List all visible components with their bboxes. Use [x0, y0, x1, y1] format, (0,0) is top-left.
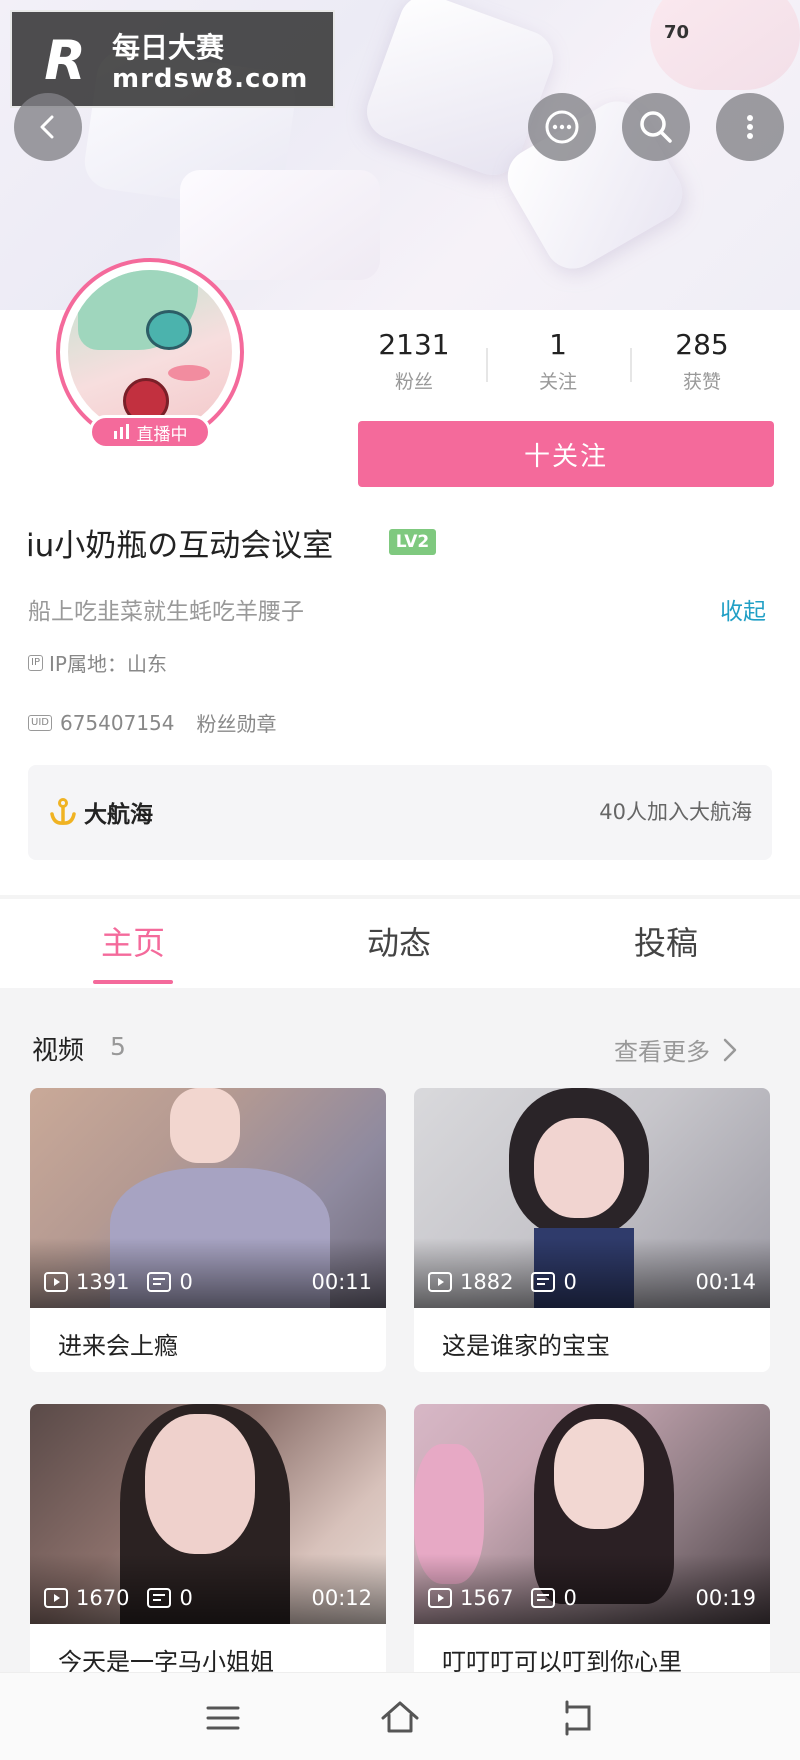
system-navbar: [0, 1672, 800, 1760]
video-plays: 1670: [76, 1586, 130, 1610]
tab-indicator: [93, 980, 173, 984]
watermark-title: 每日大赛: [112, 31, 225, 64]
return-icon[interactable]: [553, 1693, 603, 1743]
collapse-link[interactable]: 收起: [720, 592, 766, 626]
video-title: 进来会上瘾: [58, 1332, 178, 1360]
stat-following[interactable]: 1 关注: [493, 328, 623, 394]
stat-fans[interactable]: 2131 粉丝: [349, 328, 479, 394]
uid-row: UID 675407154 粉丝勋章: [28, 708, 277, 737]
guard-label: 大航海: [84, 802, 153, 828]
stat-divider: [486, 348, 488, 382]
watermark: R 每日大赛 mrdsw8.com: [10, 10, 335, 108]
video-meta: 1670 0 00:12: [44, 1586, 372, 1610]
comment-icon: [531, 1272, 556, 1292]
ip-location-text: IP属地：山东: [48, 652, 167, 676]
live-bars-icon: [113, 424, 129, 439]
tab-uploads[interactable]: 投稿: [581, 918, 751, 964]
stat-fans-value: 2131: [378, 328, 450, 361]
live-badge[interactable]: 直播中: [89, 415, 211, 449]
back-button[interactable]: [14, 93, 82, 161]
anchor-icon: [50, 798, 76, 825]
watermark-logo: R: [44, 29, 86, 92]
video-meta: 1882 0 00:14: [428, 1270, 756, 1294]
level-badge: LV2: [389, 529, 436, 555]
play-icon: [428, 1588, 452, 1608]
uid-tag-icon: UID: [28, 714, 52, 731]
search-button[interactable]: [622, 93, 690, 161]
back-icon: [40, 115, 54, 139]
stat-following-value: 1: [549, 328, 567, 361]
video-card[interactable]: 1567 0 00:19 叮叮叮可以叮到你心里: [414, 1404, 770, 1688]
profile-signature: 船上吃韭菜就生蚝吃羊腰子: [28, 599, 304, 625]
fan-medal-link[interactable]: 粉丝勋章: [197, 708, 277, 737]
video-comments: 0: [563, 1586, 577, 1610]
video-duration: 00:12: [311, 1586, 372, 1610]
video-duration: 00:19: [695, 1586, 756, 1610]
stat-likes[interactable]: 285 获赞: [637, 328, 767, 394]
message-button[interactable]: [528, 93, 596, 161]
view-more-label: 查看更多: [614, 1038, 710, 1066]
video-plays: 1391: [76, 1270, 130, 1294]
video-card[interactable]: 1670 0 00:12 今天是一字马小姐姐: [30, 1404, 386, 1688]
section-divider: [0, 895, 800, 899]
follow-button[interactable]: 十关注: [358, 421, 774, 487]
play-icon: [44, 1272, 68, 1292]
profile-name: iu小奶瓶の互动会议室: [26, 528, 334, 564]
avatar-image: [68, 270, 232, 434]
video-comments: 0: [563, 1270, 577, 1294]
live-badge-label: 直播中: [136, 424, 188, 445]
video-card[interactable]: 1391 0 00:11 进来会上瘾: [30, 1088, 386, 1372]
video-card[interactable]: 1882 0 00:14 这是谁家的宝宝: [414, 1088, 770, 1372]
video-comments: 0: [179, 1586, 193, 1610]
play-icon: [428, 1272, 452, 1292]
message-icon: [545, 110, 579, 144]
video-title: 这是谁家的宝宝: [442, 1332, 610, 1360]
comment-icon: [531, 1588, 556, 1608]
menu-icon[interactable]: [198, 1693, 248, 1743]
play-icon: [44, 1588, 68, 1608]
tab-home[interactable]: 主页: [48, 918, 218, 964]
watermark-url: mrdsw8.com: [112, 64, 309, 94]
stat-likes-value: 285: [675, 328, 729, 361]
video-meta: 1567 0 00:19: [428, 1586, 756, 1610]
tab-dynamics[interactable]: 动态: [314, 918, 484, 964]
video-plays: 1882: [460, 1270, 514, 1294]
chevron-right-icon: [723, 1038, 737, 1061]
stat-likes-label: 获赞: [682, 371, 721, 393]
status-number: 70: [664, 22, 690, 43]
ip-location: IP IP属地：山东: [28, 648, 167, 677]
video-plays: 1567: [460, 1586, 514, 1610]
comment-icon: [147, 1272, 172, 1292]
videos-section-title: 视频: [32, 1036, 85, 1066]
more-vertical-icon: [747, 115, 753, 139]
video-meta: 1391 0 00:11: [44, 1270, 372, 1294]
view-more-link[interactable]: 查看更多: [614, 1032, 738, 1067]
more-button[interactable]: [716, 93, 784, 161]
stat-fans-label: 粉丝: [394, 371, 433, 393]
video-duration: 00:14: [695, 1270, 756, 1294]
ip-tag-icon: IP: [28, 654, 43, 671]
video-comments: 0: [179, 1270, 193, 1294]
uid-value: 675407154: [59, 710, 175, 735]
comment-icon: [147, 1588, 172, 1608]
home-icon[interactable]: [375, 1693, 425, 1743]
videos-section-count: 5: [110, 1032, 126, 1061]
stat-divider: [630, 348, 632, 382]
guard-panel[interactable]: 大航海 40人加入大航海: [28, 765, 772, 860]
guard-count: 40人加入大航海: [599, 800, 752, 824]
stat-following-label: 关注: [538, 371, 577, 393]
search-icon: [640, 111, 672, 143]
video-duration: 00:11: [311, 1270, 372, 1294]
